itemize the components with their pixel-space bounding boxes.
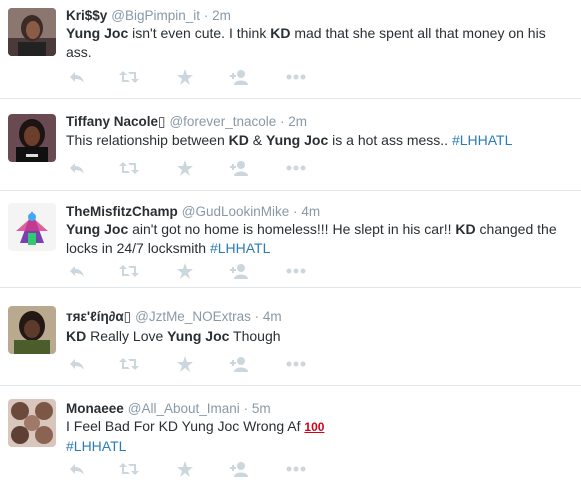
tweet-header: TheMisfitzChamp @GudLookinMike · 4m [66,203,320,220]
favorite-icon[interactable] [174,355,196,373]
retweet-icon[interactable] [118,262,140,280]
tweet-text-segment: Really Love [86,328,168,344]
avatar[interactable] [8,399,56,447]
reply-icon[interactable] [66,159,88,177]
more-icon[interactable] [285,68,307,86]
retweet-icon[interactable] [118,355,140,373]
timestamp[interactable]: 2m [288,114,307,129]
retweet-icon[interactable] [118,68,140,86]
name-glyph: ▯ [158,114,166,129]
keyword-highlight: KD [270,25,291,41]
tweet-text-segment: & [248,132,267,148]
more-icon[interactable] [285,460,307,478]
timestamp[interactable]: 4m [263,309,282,324]
avatar[interactable] [8,114,56,162]
keyword-highlight: Yung Joc [66,221,129,237]
tweet-text: KD Really Love Yung Joc Though [66,327,572,346]
display-name[interactable]: Kri$$y [66,8,107,23]
follow-icon[interactable] [229,460,251,478]
tweet-text-segment: isn't even cute. I think [128,25,271,41]
follow-icon[interactable] [229,159,251,177]
tweet-item[interactable]: TheMisfitzChamp @GudLookinMike · 4m Yung … [0,191,581,288]
tweet-item[interactable]: тяε'ℓíη∂α▯ @JztMe_NOExtras · 4m KD Really… [0,288,581,386]
keyword-highlight: Yung Joc [266,132,329,148]
reply-icon[interactable] [66,460,88,478]
tweet-text: I Feel Bad For KD Yung Joc Wrong Af 100 #… [66,417,572,456]
follow-icon[interactable] [229,68,251,86]
tweet-item[interactable]: Kri$$y @BigPimpin_it · 2m Yung Joc isn't … [0,0,581,99]
tweet-header: Kri$$y @BigPimpin_it · 2m [66,7,231,24]
display-name[interactable]: Tiffany Nacole [66,114,158,129]
more-icon[interactable] [285,355,307,373]
tweet-text: Yung Joc isn't even cute. I think KD mad… [66,24,572,62]
avatar[interactable] [8,306,56,354]
tweet-item[interactable]: Tiffany Nacole▯ @forever_tnacole · 2m Thi… [0,99,581,191]
hashtag-link[interactable]: #LHHATL [210,240,270,256]
reply-icon[interactable] [66,355,88,373]
timestamp[interactable]: 5m [252,401,271,416]
display-name[interactable]: Monaeee [66,401,124,416]
hashtag-link[interactable]: #LHHATL [66,438,126,454]
tweet-text-segment: I Feel Bad For KD Yung Joc Wrong Af [66,418,305,434]
user-handle[interactable]: @JztMe_NOExtras [135,309,251,324]
time-separator: · [293,204,298,219]
user-handle[interactable]: @BigPimpin_it [111,8,200,23]
time-separator: · [243,401,249,416]
avatar[interactable] [8,8,56,56]
tweet-text-segment: This relationship between [66,132,229,148]
user-handle[interactable]: @GudLookinMike [182,204,290,219]
tweet-header: Tiffany Nacole▯ @forever_tnacole · 2m [66,113,307,130]
tweet-header: тяε'ℓíη∂α▯ @JztMe_NOExtras · 4m [66,308,282,325]
tweet-item[interactable]: Monaeee @All_About_Imani · 5m I Feel Bad … [0,386,581,496]
keyword-highlight: KD [455,221,476,237]
retweet-icon[interactable] [118,159,140,177]
more-icon[interactable] [285,159,307,177]
reply-icon[interactable] [66,262,88,280]
tweet-text-segment: ain't got no home is homeless!!! He slep… [128,221,456,237]
follow-icon[interactable] [229,262,251,280]
follow-icon[interactable] [229,355,251,373]
favorite-icon[interactable] [174,68,196,86]
keyword-highlight: KD [228,132,249,148]
retweet-icon[interactable] [118,460,140,478]
display-name[interactable]: TheMisfitzChamp [66,204,178,219]
keyword-highlight: Yung Joc [66,25,129,41]
tweet-text-segment: Though [229,328,281,344]
timestamp[interactable]: 2m [212,8,231,23]
tweet-text: This relationship between KD & Yung Joc … [66,131,572,150]
tweet-text: Yung Joc ain't got no home is homeless!!… [66,220,572,258]
more-icon[interactable] [285,262,307,280]
name-glyph: ▯ [123,309,132,324]
time-separator: · [254,309,260,324]
timestamp[interactable]: 4m [301,204,320,219]
hundred-points-emoji: 100 [304,420,325,434]
favorite-icon[interactable] [174,159,196,177]
user-handle[interactable]: @forever_tnacole [169,114,276,129]
favorite-icon[interactable] [174,262,196,280]
time-separator: · [280,114,285,129]
tweet-text-segment: is a hot ass mess.. [328,132,452,148]
tweet-feed: Kri$$y @BigPimpin_it · 2m Yung Joc isn't … [0,0,581,496]
time-separator: · [203,8,209,23]
favorite-icon[interactable] [174,460,196,478]
tweet-header: Monaeee @All_About_Imani · 5m [66,400,271,417]
keyword-highlight: Yung Joc [167,328,230,344]
avatar[interactable] [8,203,56,251]
user-handle[interactable]: @All_About_Imani [128,401,240,416]
keyword-highlight: KD [66,328,87,344]
display-name[interactable]: тяε'ℓíη∂α [66,309,124,324]
hashtag-link[interactable]: #LHHATL [452,132,512,148]
reply-icon[interactable] [66,68,88,86]
